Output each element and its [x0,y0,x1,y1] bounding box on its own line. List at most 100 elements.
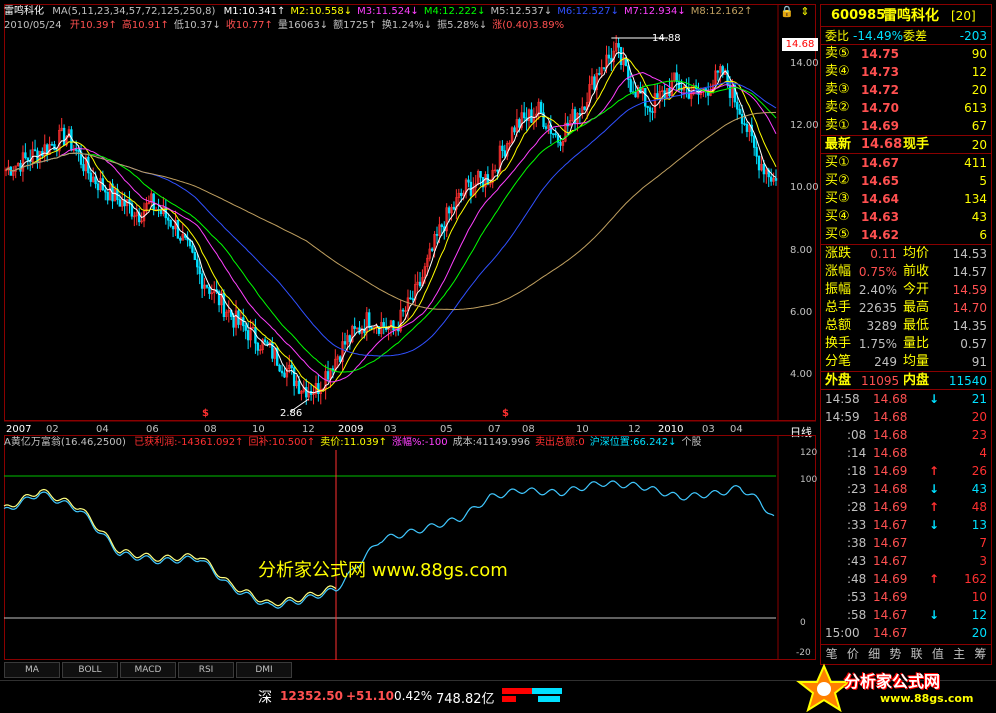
current-price-tag: 14.68 [782,38,818,51]
buy-row[interactable]: 买② 14.65 5 [821,172,991,190]
stat-label: 换手 [825,336,852,351]
candle-body [411,298,414,301]
candle-body [82,164,85,172]
candle-body [290,364,293,369]
tick-time: :14 [847,446,867,460]
candle-body [292,367,296,387]
candle-body [738,108,741,115]
stat-label: 最高 [903,300,930,315]
stat-value: 1.75% [858,337,897,351]
tick-direction-icon: ↓ [929,608,940,622]
tick-price: 14.67 [873,608,908,622]
candle-body [77,150,80,153]
stock-name: 雷鸣科化 [883,8,939,24]
tab-rsi[interactable]: RSI [178,662,234,678]
tick-price: 14.68 [873,428,908,442]
s-signal-icon: $ [502,408,509,419]
stat-row: 换手 1.75% 量比 0.57 [821,335,991,353]
tick-row: 14:59 14.68 20 [821,408,991,426]
candle-body [191,245,194,253]
tab-boll[interactable]: BOLL [62,662,118,678]
sell-row[interactable]: 卖④ 14.73 12 [821,63,991,81]
sell-label: 卖⑤ [825,46,850,61]
tick-time: :53 [847,590,867,604]
tab-dmi[interactable]: DMI [236,662,292,678]
candle-body [256,342,260,351]
candle-body [607,54,611,59]
buy-row[interactable]: 买③ 14.64 134 [821,190,991,208]
tick-direction-icon: ↓ [929,518,940,532]
time-tick-label: 10 [576,424,589,435]
stat-value: 0.75% [858,265,897,279]
buy-price: 14.65 [861,174,899,188]
candle-body [762,163,766,175]
tick-list[interactable]: 14:58 14.68 ↓ 21 14:59 14.68 20:08 14.68 23:14 14… [821,390,991,642]
candle-body [503,150,507,157]
sell-price: 14.69 [861,119,899,133]
candle-body [452,206,456,210]
stat-row: 涨幅 0.75% 前收 14.57 [821,263,991,281]
sell-price: 14.72 [861,83,899,97]
buy-row[interactable]: 买① 14.67 411 [821,154,991,172]
tick-price: 14.69 [873,572,908,586]
buy-row[interactable]: 买⑤ 14.62 6 [821,226,991,244]
time-tick-label: 04 [730,424,743,435]
candle-body [559,141,562,146]
candle-body [583,106,586,110]
breadth-up-2 [502,696,516,702]
candle-body [401,309,405,312]
stat-label: 总手 [825,300,852,315]
candle-body [440,224,444,227]
tab-macd[interactable]: MACD [120,662,176,678]
ma-line [5,51,777,394]
candle-body [382,322,385,328]
candle-body [501,145,504,151]
sell-row[interactable]: 卖⑤ 14.75 90 [821,45,991,63]
stats-block: 涨跌 0.11 均价 14.53 涨幅 0.75% 前收 14.57 振幅 2.40% 今开 14.5… [821,245,991,372]
candle-body [554,133,557,136]
tick-direction-icon: ↓ [929,482,940,496]
tick-price: 14.68 [873,410,908,424]
tab-ma[interactable]: MA [4,662,60,678]
stat-label: 总额 [825,318,852,333]
quote-panel: 600985 雷鸣科化 [20] 委比 -14.49% 委差 -203 卖⑤ 14… [820,4,992,665]
stat-label: 今开 [903,282,930,297]
indicator-chart[interactable] [0,435,816,675]
stat-label: 均量 [903,354,930,369]
ma-line [5,111,777,311]
tick-price: 14.68 [873,482,908,496]
candle-body [552,133,555,135]
candle-body [392,320,395,331]
candle-body [651,111,654,113]
latest-label: 最新 [825,137,852,152]
time-tick-label: 2007 [6,424,32,435]
buy-row[interactable]: 买④ 14.63 43 [821,208,991,226]
tick-volume: 20 [971,626,987,640]
sell-row[interactable]: 卖③ 14.72 20 [821,81,991,99]
buy-price: 14.62 [861,228,899,242]
latest-price: 14.68 [861,137,903,152]
indicator-tick-label: -20 [796,648,811,658]
tick-price: 14.67 [873,626,908,640]
price-tick-label: 4.00 [790,369,813,380]
breadth-bar [502,688,562,702]
kline-chart[interactable]: 14.88 2.86 $ $ [0,0,816,425]
sell-volume: 613 [964,101,987,115]
candle-body [530,109,533,123]
time-tick-label: 03 [702,424,715,435]
tick-time: :48 [847,572,867,586]
tick-direction-icon: ↑ [929,572,940,586]
sell-row[interactable]: 卖② 14.70 613 [821,99,991,117]
buy-label: 买① [825,155,850,170]
tick-time: 15:00 [825,626,860,640]
indicator-signal-line [3,488,337,607]
price-tick-label: 12.00 [790,120,819,131]
candle-body [648,107,652,112]
xianshou-value: 20 [971,138,987,152]
stat-label: 前收 [903,264,930,279]
tick-time: :23 [847,482,867,496]
sell-row[interactable]: 卖① 14.69 67 [821,117,991,135]
sell-price: 14.75 [861,47,899,61]
candle-body [745,123,749,132]
candle-body [602,67,606,69]
